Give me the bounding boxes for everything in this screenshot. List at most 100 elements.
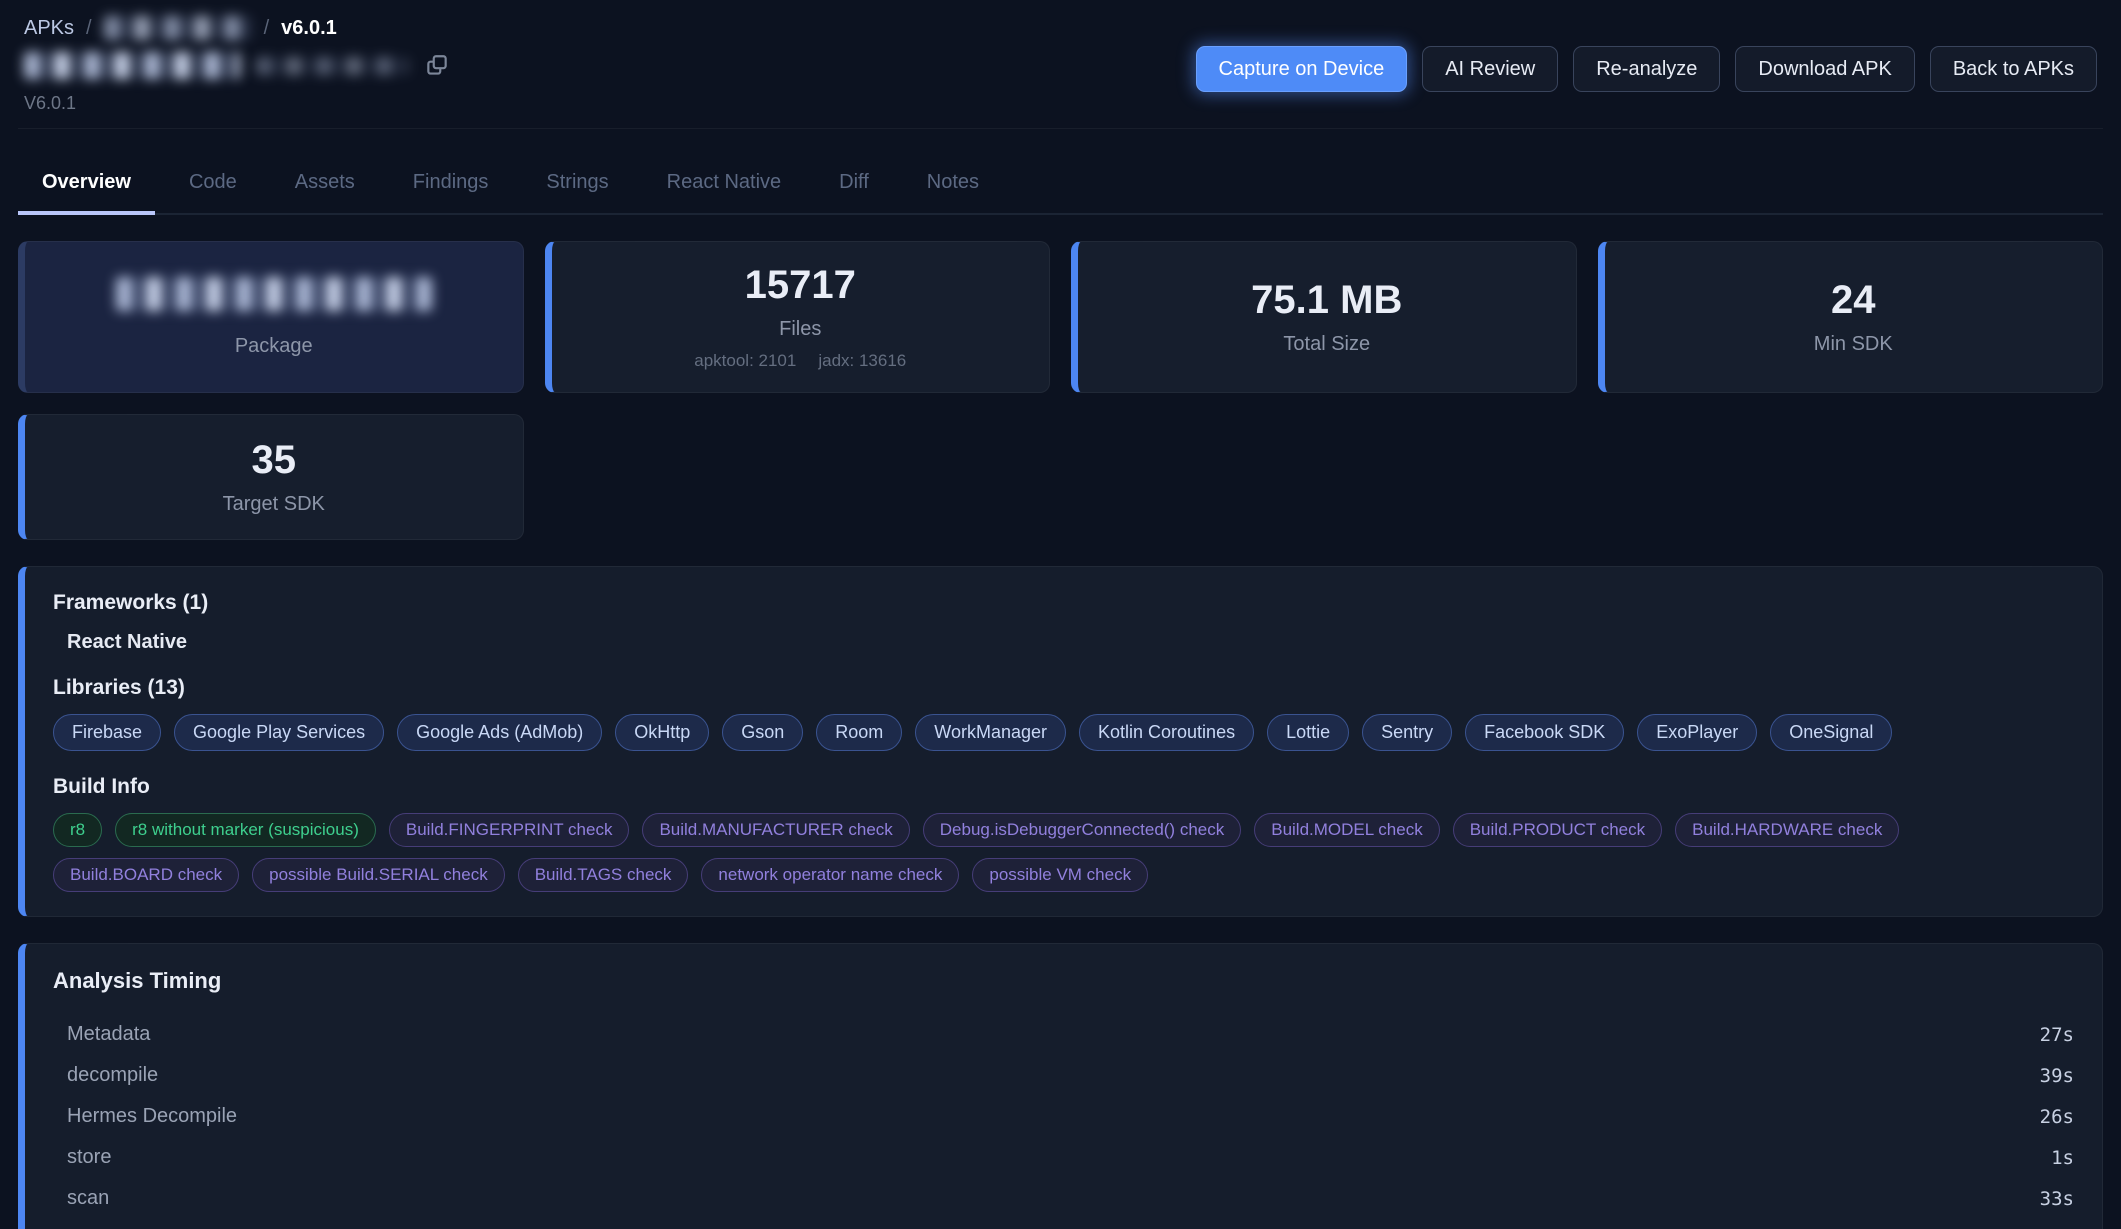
build-chip: Build.MODEL check xyxy=(1254,813,1439,847)
redacted-app-title xyxy=(24,52,240,79)
redacted-package-name xyxy=(116,277,432,311)
header-action-button[interactable]: Re-analyze xyxy=(1573,46,1720,92)
stats-row-2: 35 Target SDK xyxy=(18,414,524,540)
timing-step-value: 33s xyxy=(2040,1188,2074,1210)
stat-value: 15717 xyxy=(745,263,856,308)
timing-rows: Metadata 27s decompile 39s Hermes Decomp… xyxy=(53,1014,2074,1229)
breadcrumb-separator: / xyxy=(86,17,92,40)
redacted-package-id xyxy=(256,57,408,75)
frameworks-panel: Frameworks (1) React Native Libraries (1… xyxy=(18,566,2103,917)
build-chip: Build.MANUFACTURER check xyxy=(642,813,909,847)
stat-card-files: 15717 Files apktool: 2101 jadx: 13616 xyxy=(545,241,1051,393)
library-pill: Kotlin Coroutines xyxy=(1079,714,1254,751)
tab[interactable]: React Native xyxy=(643,159,806,215)
tab[interactable]: Code xyxy=(165,159,261,215)
version-label: V6.0.1 xyxy=(24,93,450,114)
timing-step-label: scan xyxy=(67,1187,109,1210)
library-pill: Firebase xyxy=(53,714,161,751)
build-chip-row: r8 r8 without marker (suspicious) Build.… xyxy=(53,813,2074,892)
stat-card-min-sdk: 24 Min SDK xyxy=(1598,241,2104,393)
header-action-button[interactable]: Back to APKs xyxy=(1930,46,2097,92)
timing-row: decompile 39s xyxy=(53,1055,2074,1096)
redacted-app-name xyxy=(104,16,252,40)
libraries-title: Libraries (13) xyxy=(53,676,2074,700)
stat-value: 75.1 MB xyxy=(1251,278,1402,323)
tab[interactable]: Assets xyxy=(271,159,379,215)
timing-step-label: store xyxy=(67,1146,111,1169)
timing-title: Analysis Timing xyxy=(53,968,2074,994)
build-chip: network operator name check xyxy=(701,858,959,892)
timing-step-label: decompile xyxy=(67,1064,158,1087)
stat-card-package: Package xyxy=(18,241,524,393)
stat-card-target-sdk: 35 Target SDK xyxy=(18,414,524,540)
library-pill-row: Firebase Google Play Services Google Ads… xyxy=(53,714,2074,751)
header-action-button[interactable]: Capture on Device xyxy=(1196,46,1408,92)
tab[interactable]: Diff xyxy=(815,159,893,215)
timing-row: scan 33s xyxy=(53,1178,2074,1219)
build-chip: Build.BOARD check xyxy=(53,858,239,892)
stat-label: Target SDK xyxy=(223,493,325,516)
timing-panel: Analysis Timing Metadata 27s decompile 3… xyxy=(18,943,2103,1229)
build-chip: Build.HARDWARE check xyxy=(1675,813,1899,847)
timing-row: Map Tiles 9ms xyxy=(53,1219,2074,1229)
timing-row: Metadata 27s xyxy=(53,1014,2074,1055)
tab[interactable]: Strings xyxy=(522,159,632,215)
stat-label: Min SDK xyxy=(1814,333,1893,356)
timing-step-value: 39s xyxy=(2040,1065,2074,1087)
tab[interactable]: Notes xyxy=(903,159,1003,215)
breadcrumb-version: v6.0.1 xyxy=(281,17,337,40)
build-chip: possible VM check xyxy=(972,858,1148,892)
library-pill: Facebook SDK xyxy=(1465,714,1624,751)
stat-sub-jadx: jadx: 13616 xyxy=(818,351,906,371)
timing-step-label: Hermes Decompile xyxy=(67,1105,237,1128)
library-pill: Gson xyxy=(722,714,803,751)
build-info-title: Build Info xyxy=(53,775,2074,799)
framework-list: React Native xyxy=(67,631,2074,654)
tab[interactable]: Overview xyxy=(18,159,155,215)
stat-value: 35 xyxy=(252,438,297,483)
apk-analysis-page: APKs / / v6.0.1 V6.0.1 Ca xyxy=(0,0,2121,1229)
breadcrumb-apks-link[interactable]: APKs xyxy=(24,17,74,40)
app-title-row xyxy=(24,52,450,79)
timing-step-label: Metadata xyxy=(67,1023,150,1046)
stat-label: Files xyxy=(779,318,821,341)
stat-label: Total Size xyxy=(1283,333,1370,356)
breadcrumb-separator: / xyxy=(264,17,270,40)
stat-label: Package xyxy=(235,335,313,358)
header-actions: Capture on Device AI Review Re-analyze D… xyxy=(1196,46,2097,92)
tab[interactable]: Findings xyxy=(389,159,513,215)
library-pill: WorkManager xyxy=(915,714,1066,751)
copy-icon[interactable] xyxy=(424,53,450,79)
header: APKs / / v6.0.1 V6.0.1 Ca xyxy=(18,0,2103,129)
header-action-button[interactable]: Download APK xyxy=(1735,46,1914,92)
library-pill: OkHttp xyxy=(615,714,709,751)
library-pill: Room xyxy=(816,714,902,751)
build-chip: Build.FINGERPRINT check xyxy=(389,813,630,847)
stats-grid: Package 15717 Files apktool: 2101 jadx: … xyxy=(18,241,2103,393)
library-pill: Google Ads (AdMob) xyxy=(397,714,602,751)
framework-item: React Native xyxy=(67,631,2074,654)
stat-card-total-size: 75.1 MB Total Size xyxy=(1071,241,1577,393)
timing-step-value: 27s xyxy=(2040,1024,2074,1046)
build-chip: possible Build.SERIAL check xyxy=(252,858,505,892)
build-chip: Build.PRODUCT check xyxy=(1453,813,1662,847)
breadcrumb: APKs / / v6.0.1 xyxy=(24,16,450,40)
build-chip: r8 without marker (suspicious) xyxy=(115,813,376,847)
build-chip: r8 xyxy=(53,813,102,847)
library-pill: Sentry xyxy=(1362,714,1452,751)
library-pill: ExoPlayer xyxy=(1637,714,1757,751)
stat-sub: apktool: 2101 jadx: 13616 xyxy=(694,351,906,371)
library-pill: Google Play Services xyxy=(174,714,384,751)
tab-bar: Overview Code Assets Findings Strings Re… xyxy=(18,159,2103,215)
timing-row: Hermes Decompile 26s xyxy=(53,1096,2074,1137)
frameworks-title: Frameworks (1) xyxy=(53,591,2074,615)
header-left: APKs / / v6.0.1 V6.0.1 xyxy=(24,16,450,114)
stat-sub-apktool: apktool: 2101 xyxy=(694,351,796,371)
build-chip: Build.TAGS check xyxy=(518,858,689,892)
stat-value: 24 xyxy=(1831,278,1876,323)
header-action-button[interactable]: AI Review xyxy=(1422,46,1558,92)
library-pill: OneSignal xyxy=(1770,714,1892,751)
timing-step-value: 1s xyxy=(2051,1147,2074,1169)
library-pill: Lottie xyxy=(1267,714,1349,751)
timing-step-value: 26s xyxy=(2040,1106,2074,1128)
